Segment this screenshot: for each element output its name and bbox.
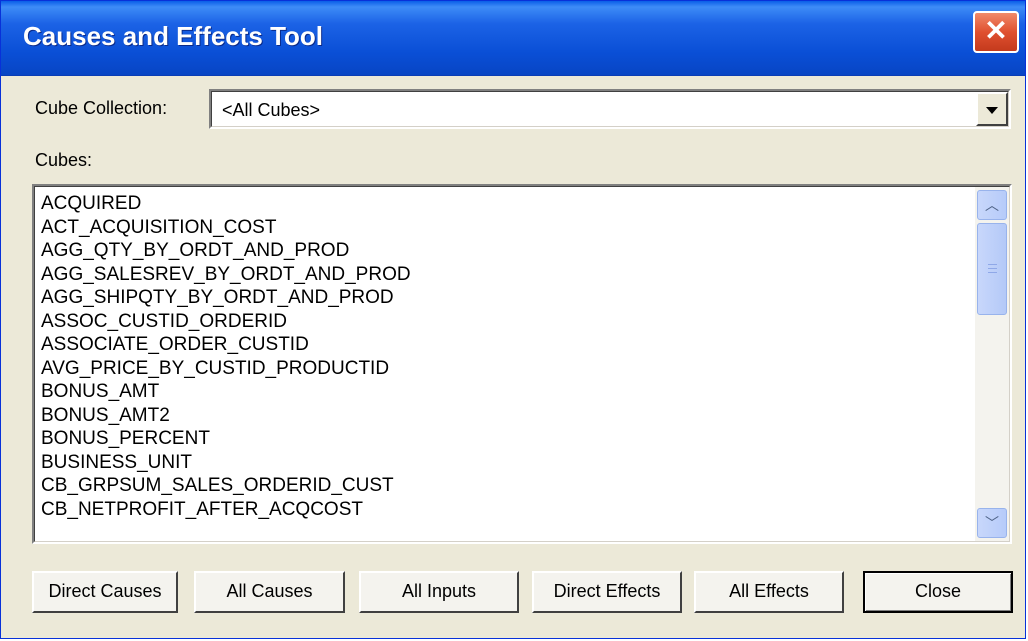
cube-list-item[interactable]: BONUS_PERCENT bbox=[41, 427, 969, 451]
cubes-listbox[interactable]: ACQUIRED ACT_ACQUISITION_COST AGG_QTY_BY_O… bbox=[32, 184, 1012, 544]
dropdown-arrow-icon bbox=[986, 107, 998, 114]
window-title: Causes and Effects Tool bbox=[23, 21, 324, 51]
window-close-button[interactable]: ✕ bbox=[973, 11, 1019, 53]
cube-list-item[interactable]: AGG_SALESREV_BY_ORDT_AND_PROD bbox=[41, 263, 969, 287]
cube-list-item[interactable]: AGG_SHIPQTY_BY_ORDT_AND_PROD bbox=[41, 286, 969, 310]
cubes-label: Cubes: bbox=[35, 150, 93, 170]
direct-causes-button[interactable]: Direct Causes bbox=[32, 571, 178, 613]
cube-list-item[interactable]: AGG_QTY_BY_ORDT_AND_PROD bbox=[41, 239, 969, 263]
cube-list-item[interactable]: ASSOC_CUSTID_ORDERID bbox=[41, 310, 969, 334]
all-causes-button[interactable]: All Causes bbox=[194, 571, 345, 613]
cube-list-item[interactable]: AVG_PRICE_BY_CUSTID_PRODUCTID bbox=[41, 357, 969, 381]
cubes-listbox-frame: ACQUIRED ACT_ACQUISITION_COST AGG_QTY_BY_O… bbox=[34, 186, 1010, 542]
cube-list-item[interactable]: CB_GRPSUM_SALES_ORDERID_CUST bbox=[41, 474, 969, 498]
cube-list-item[interactable]: ASSOCIATE_ORDER_CUSTID bbox=[41, 333, 969, 357]
cube-list-item[interactable]: ACQUIRED bbox=[41, 192, 969, 216]
chevron-down-icon: ﹀ bbox=[985, 515, 999, 531]
cube-list-item[interactable]: BONUS_AMT bbox=[41, 380, 969, 404]
cube-list-item[interactable]: BUSINESS_UNIT bbox=[41, 451, 969, 475]
close-button[interactable]: Close bbox=[863, 571, 1013, 613]
thumb-grip bbox=[988, 264, 997, 265]
causes-effects-dialog: Causes and Effects Tool ✕ Cube Collectio… bbox=[0, 0, 1026, 639]
cube-list-item[interactable]: ACT_ACQUISITION_COST bbox=[41, 216, 969, 240]
scroll-up-button[interactable]: ︿ bbox=[977, 190, 1007, 220]
direct-effects-button[interactable]: Direct Effects bbox=[532, 571, 682, 613]
cubes-list: ACQUIRED ACT_ACQUISITION_COST AGG_QTY_BY_O… bbox=[41, 192, 969, 521]
cube-collection-label: Cube Collection: bbox=[35, 98, 168, 118]
cube-list-item[interactable]: BONUS_AMT2 bbox=[41, 404, 969, 428]
thumb-grip bbox=[988, 272, 997, 273]
dialog-body: Cube Collection: <All Cubes> Cubes: ACQU… bbox=[1, 76, 1025, 638]
all-effects-button[interactable]: All Effects bbox=[694, 571, 844, 613]
title-bar[interactable]: Causes and Effects Tool ✕ bbox=[1, 1, 1025, 76]
thumb-grip bbox=[988, 268, 997, 269]
scroll-thumb[interactable] bbox=[977, 223, 1007, 315]
vertical-scrollbar[interactable]: ︿ ﹀ bbox=[975, 187, 1009, 541]
chevron-up-icon: ︿ bbox=[985, 197, 999, 213]
cube-list-item[interactable]: CB_NETPROFIT_AFTER_ACQCOST bbox=[41, 498, 969, 522]
cube-collection-dropdown[interactable]: <All Cubes> bbox=[209, 89, 1011, 129]
cube-collection-frame: <All Cubes> bbox=[211, 91, 1009, 127]
all-inputs-button[interactable]: All Inputs bbox=[359, 571, 519, 613]
dropdown-button[interactable] bbox=[976, 92, 1008, 126]
cube-collection-value: <All Cubes> bbox=[222, 100, 321, 120]
scroll-down-button[interactable]: ﹀ bbox=[977, 508, 1007, 538]
